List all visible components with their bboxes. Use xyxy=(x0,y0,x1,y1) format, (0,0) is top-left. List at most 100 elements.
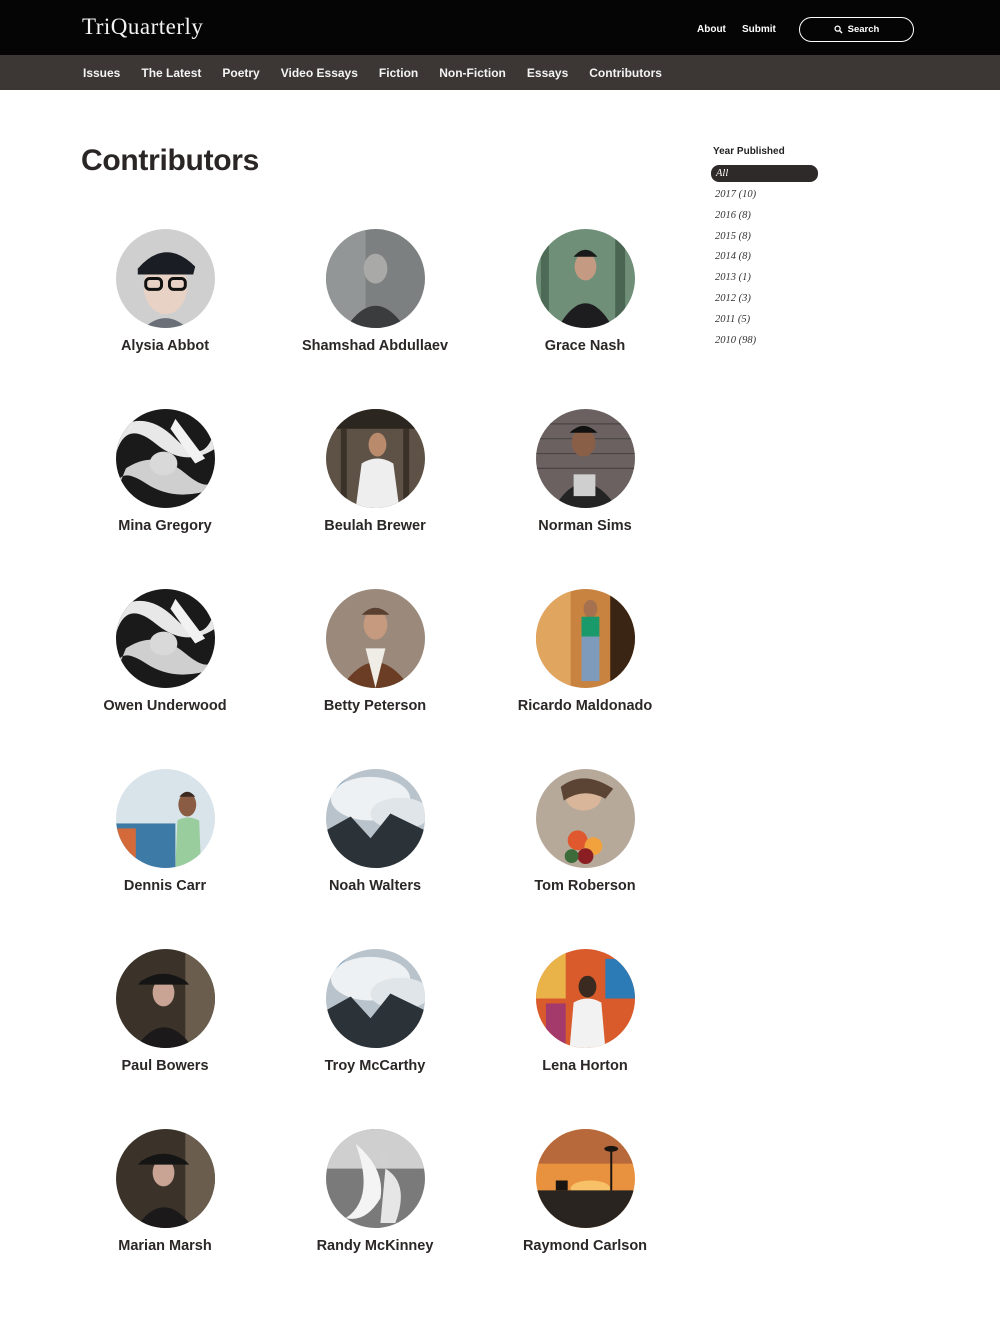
nav-item-the-latest[interactable]: The Latest xyxy=(141,66,201,80)
avatar-photo xyxy=(535,769,635,868)
contributor-card[interactable]: Mina Gregory xyxy=(60,409,270,534)
nav-item-contributors[interactable]: Contributors xyxy=(589,66,662,80)
contributor-name[interactable]: Raymond Carlson xyxy=(480,1238,690,1254)
contributor-avatar[interactable] xyxy=(325,589,425,688)
year-filter-item[interactable]: 2010 (98) xyxy=(711,331,831,352)
year-filter: Year Published All 2017 (10) 2016 (8) 2015 … xyxy=(711,146,831,351)
contributor-card[interactable]: Tom Roberson xyxy=(480,769,690,894)
year-filter-item[interactable]: 2012 (3) xyxy=(711,289,831,310)
contributor-avatar[interactable] xyxy=(325,409,425,508)
nav-item-poetry[interactable]: Poetry xyxy=(222,66,259,80)
contributor-avatar[interactable] xyxy=(535,769,635,868)
year-filter-item[interactable]: 2013 (1) xyxy=(711,268,831,289)
avatar-photo xyxy=(535,949,635,1048)
contributor-card[interactable]: Paul Bowers xyxy=(60,949,270,1074)
contributor-card[interactable]: Randy McKinney xyxy=(270,1129,480,1254)
avatar-photo xyxy=(535,229,635,328)
submit-link[interactable]: Submit xyxy=(742,24,776,35)
avatar-photo xyxy=(535,589,635,688)
nav-item-fiction[interactable]: Fiction xyxy=(379,66,418,80)
avatar-photo xyxy=(325,589,425,688)
contributor-card[interactable]: Lena Horton xyxy=(480,949,690,1074)
search-label: Search xyxy=(847,24,880,35)
year-filter-item[interactable]: 2017 (10) xyxy=(711,185,831,206)
contributor-card[interactable]: Dennis Carr xyxy=(60,769,270,894)
contributor-avatar[interactable] xyxy=(535,409,635,508)
contributor-name[interactable]: Mina Gregory xyxy=(60,518,270,534)
avatar-photo xyxy=(115,1129,215,1228)
avatar-photo xyxy=(115,769,215,868)
avatar-photo xyxy=(325,229,425,328)
site-logo[interactable]: TriQuarterly xyxy=(82,14,203,40)
contributor-name[interactable]: Norman Sims xyxy=(480,518,690,534)
contributor-avatar[interactable] xyxy=(115,229,215,328)
avatar-photo xyxy=(115,229,215,328)
about-link[interactable]: About xyxy=(697,24,726,35)
contributor-name[interactable]: Betty Peterson xyxy=(270,698,480,714)
main-nav: Issues The Latest Poetry Video Essays Fictio… xyxy=(0,55,1000,90)
contributor-name[interactable]: Ricardo Maldonado xyxy=(480,698,690,714)
avatar-photo xyxy=(535,1129,635,1228)
avatar-photo xyxy=(325,409,425,508)
contributor-avatar[interactable] xyxy=(535,229,635,328)
contributor-name[interactable]: Troy McCarthy xyxy=(270,1058,480,1074)
contributor-name[interactable]: Beulah Brewer xyxy=(270,518,480,534)
page-title: Contributors xyxy=(81,144,260,177)
contributor-avatar[interactable] xyxy=(535,1129,635,1228)
contributor-card[interactable]: Troy McCarthy xyxy=(270,949,480,1074)
nav-item-non-fiction[interactable]: Non-Fiction xyxy=(439,66,506,80)
contributor-name[interactable]: Owen Underwood xyxy=(60,698,270,714)
nav-item-essays[interactable]: Essays xyxy=(527,66,568,80)
top-bar: TriQuarterly About Submit Search xyxy=(0,0,1000,55)
contributor-avatar[interactable] xyxy=(115,1129,215,1228)
avatar-photo xyxy=(115,589,215,688)
contributor-card[interactable]: Beulah Brewer xyxy=(270,409,480,534)
contributor-card[interactable]: Shamshad Abdullaev xyxy=(270,229,480,354)
search-button[interactable]: Search xyxy=(799,17,914,42)
contributor-avatar[interactable] xyxy=(115,769,215,868)
contributor-name[interactable]: Shamshad Abdullaev xyxy=(270,338,480,354)
contributor-name[interactable]: Paul Bowers xyxy=(60,1058,270,1074)
nav-item-issues[interactable]: Issues xyxy=(83,66,120,80)
year-filter-title: Year Published xyxy=(713,146,785,157)
nav-items: Issues The Latest Poetry Video Essays Fictio… xyxy=(83,55,683,90)
contributor-card[interactable]: Grace Nash xyxy=(480,229,690,354)
contributor-card[interactable]: Norman Sims xyxy=(480,409,690,534)
contributor-card[interactable]: Marian Marsh xyxy=(60,1129,270,1254)
contributor-card[interactable]: Betty Peterson xyxy=(270,589,480,714)
contributor-card[interactable]: Alysia Abbot xyxy=(60,229,270,354)
contributor-card[interactable]: Owen Underwood xyxy=(60,589,270,714)
avatar-photo xyxy=(325,949,425,1048)
contributor-name[interactable]: Randy McKinney xyxy=(270,1238,480,1254)
contributor-avatar[interactable] xyxy=(115,409,215,508)
year-filter-item[interactable]: 2014 (8) xyxy=(711,247,831,268)
nav-item-video-essays[interactable]: Video Essays xyxy=(281,66,358,80)
contributor-name[interactable]: Noah Walters xyxy=(270,878,480,894)
contributor-name[interactable]: Grace Nash xyxy=(480,338,690,354)
year-filter-list: All 2017 (10) 2016 (8) 2015 (8) 2014 (8) 2013… xyxy=(711,165,831,351)
contributor-avatar[interactable] xyxy=(325,949,425,1048)
contributor-avatar[interactable] xyxy=(535,589,635,688)
contributor-avatar[interactable] xyxy=(115,949,215,1048)
year-filter-item[interactable]: 2016 (8) xyxy=(711,206,831,227)
contributor-card[interactable]: Ricardo Maldonado xyxy=(480,589,690,714)
contributor-avatar[interactable] xyxy=(325,229,425,328)
year-filter-item[interactable]: 2015 (8) xyxy=(711,227,831,248)
contributor-card[interactable]: Noah Walters xyxy=(270,769,480,894)
contributor-avatar[interactable] xyxy=(325,769,425,868)
contributor-name[interactable]: Dennis Carr xyxy=(60,878,270,894)
year-filter-all[interactable]: All xyxy=(711,165,818,182)
contributor-avatar[interactable] xyxy=(535,949,635,1048)
contributor-avatar[interactable] xyxy=(115,589,215,688)
search-icon xyxy=(834,25,843,34)
avatar-photo xyxy=(115,949,215,1048)
avatar-photo xyxy=(535,409,635,508)
contributor-name[interactable]: Alysia Abbot xyxy=(60,338,270,354)
contributor-name[interactable]: Lena Horton xyxy=(480,1058,690,1074)
contributor-avatar[interactable] xyxy=(325,1129,425,1228)
contributor-card[interactable]: Raymond Carlson xyxy=(480,1129,690,1254)
avatar-photo xyxy=(325,1129,425,1228)
contributor-name[interactable]: Marian Marsh xyxy=(60,1238,270,1254)
year-filter-item[interactable]: 2011 (5) xyxy=(711,310,831,331)
contributor-name[interactable]: Tom Roberson xyxy=(480,878,690,894)
